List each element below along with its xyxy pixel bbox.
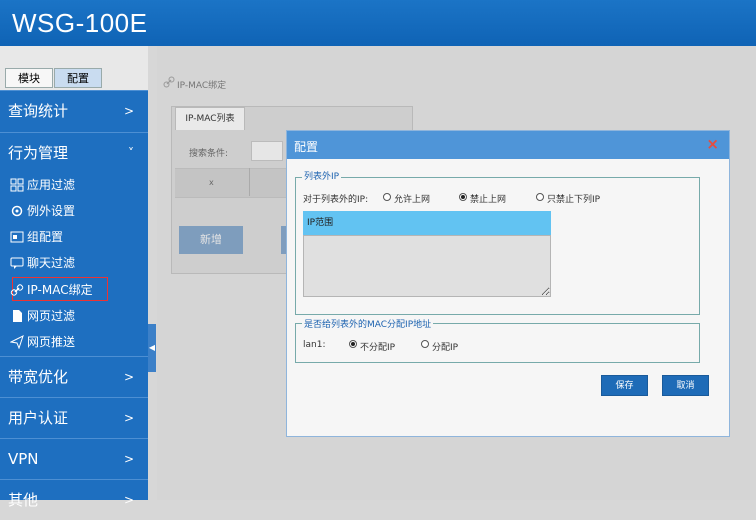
radio-forbid[interactable] [459,193,467,201]
radio-assign-label[interactable]: 分配IP [432,340,458,353]
ip-range-header: IP范围 [303,211,551,235]
radio-assign[interactable] [421,340,429,348]
radio-no-assign-label[interactable]: 不分配IP [360,340,395,353]
dialog-title: 配置 [294,140,319,154]
iface-label: lan1: [303,340,326,350]
close-icon[interactable]: × [706,135,719,153]
cancel-button[interactable]: 取消 [662,375,709,396]
radio-allow[interactable] [383,193,391,201]
radio-allow-label[interactable]: 允许上网 [394,192,430,205]
outside-ip-question: 对于列表外的IP: [303,195,369,205]
ip-range-textarea[interactable] [303,235,551,297]
fieldset-legend: 列表外IP [302,169,342,182]
dialog-header: 配置 × [287,131,729,159]
save-button[interactable]: 保存 [601,375,648,396]
radio-forbid-listed[interactable] [536,193,544,201]
radio-forbid-listed-label[interactable]: 只禁止下列IP [547,192,600,205]
radio-forbid-label[interactable]: 禁止上网 [470,192,506,205]
fieldset-legend: 是否给列表外的MAC分配IP地址 [302,317,434,330]
config-dialog: 配置 × 列表外IP 对于列表外的IP: 允许上网 禁止上网 只禁止下列IP I… [286,130,730,437]
radio-no-assign[interactable] [349,340,357,348]
